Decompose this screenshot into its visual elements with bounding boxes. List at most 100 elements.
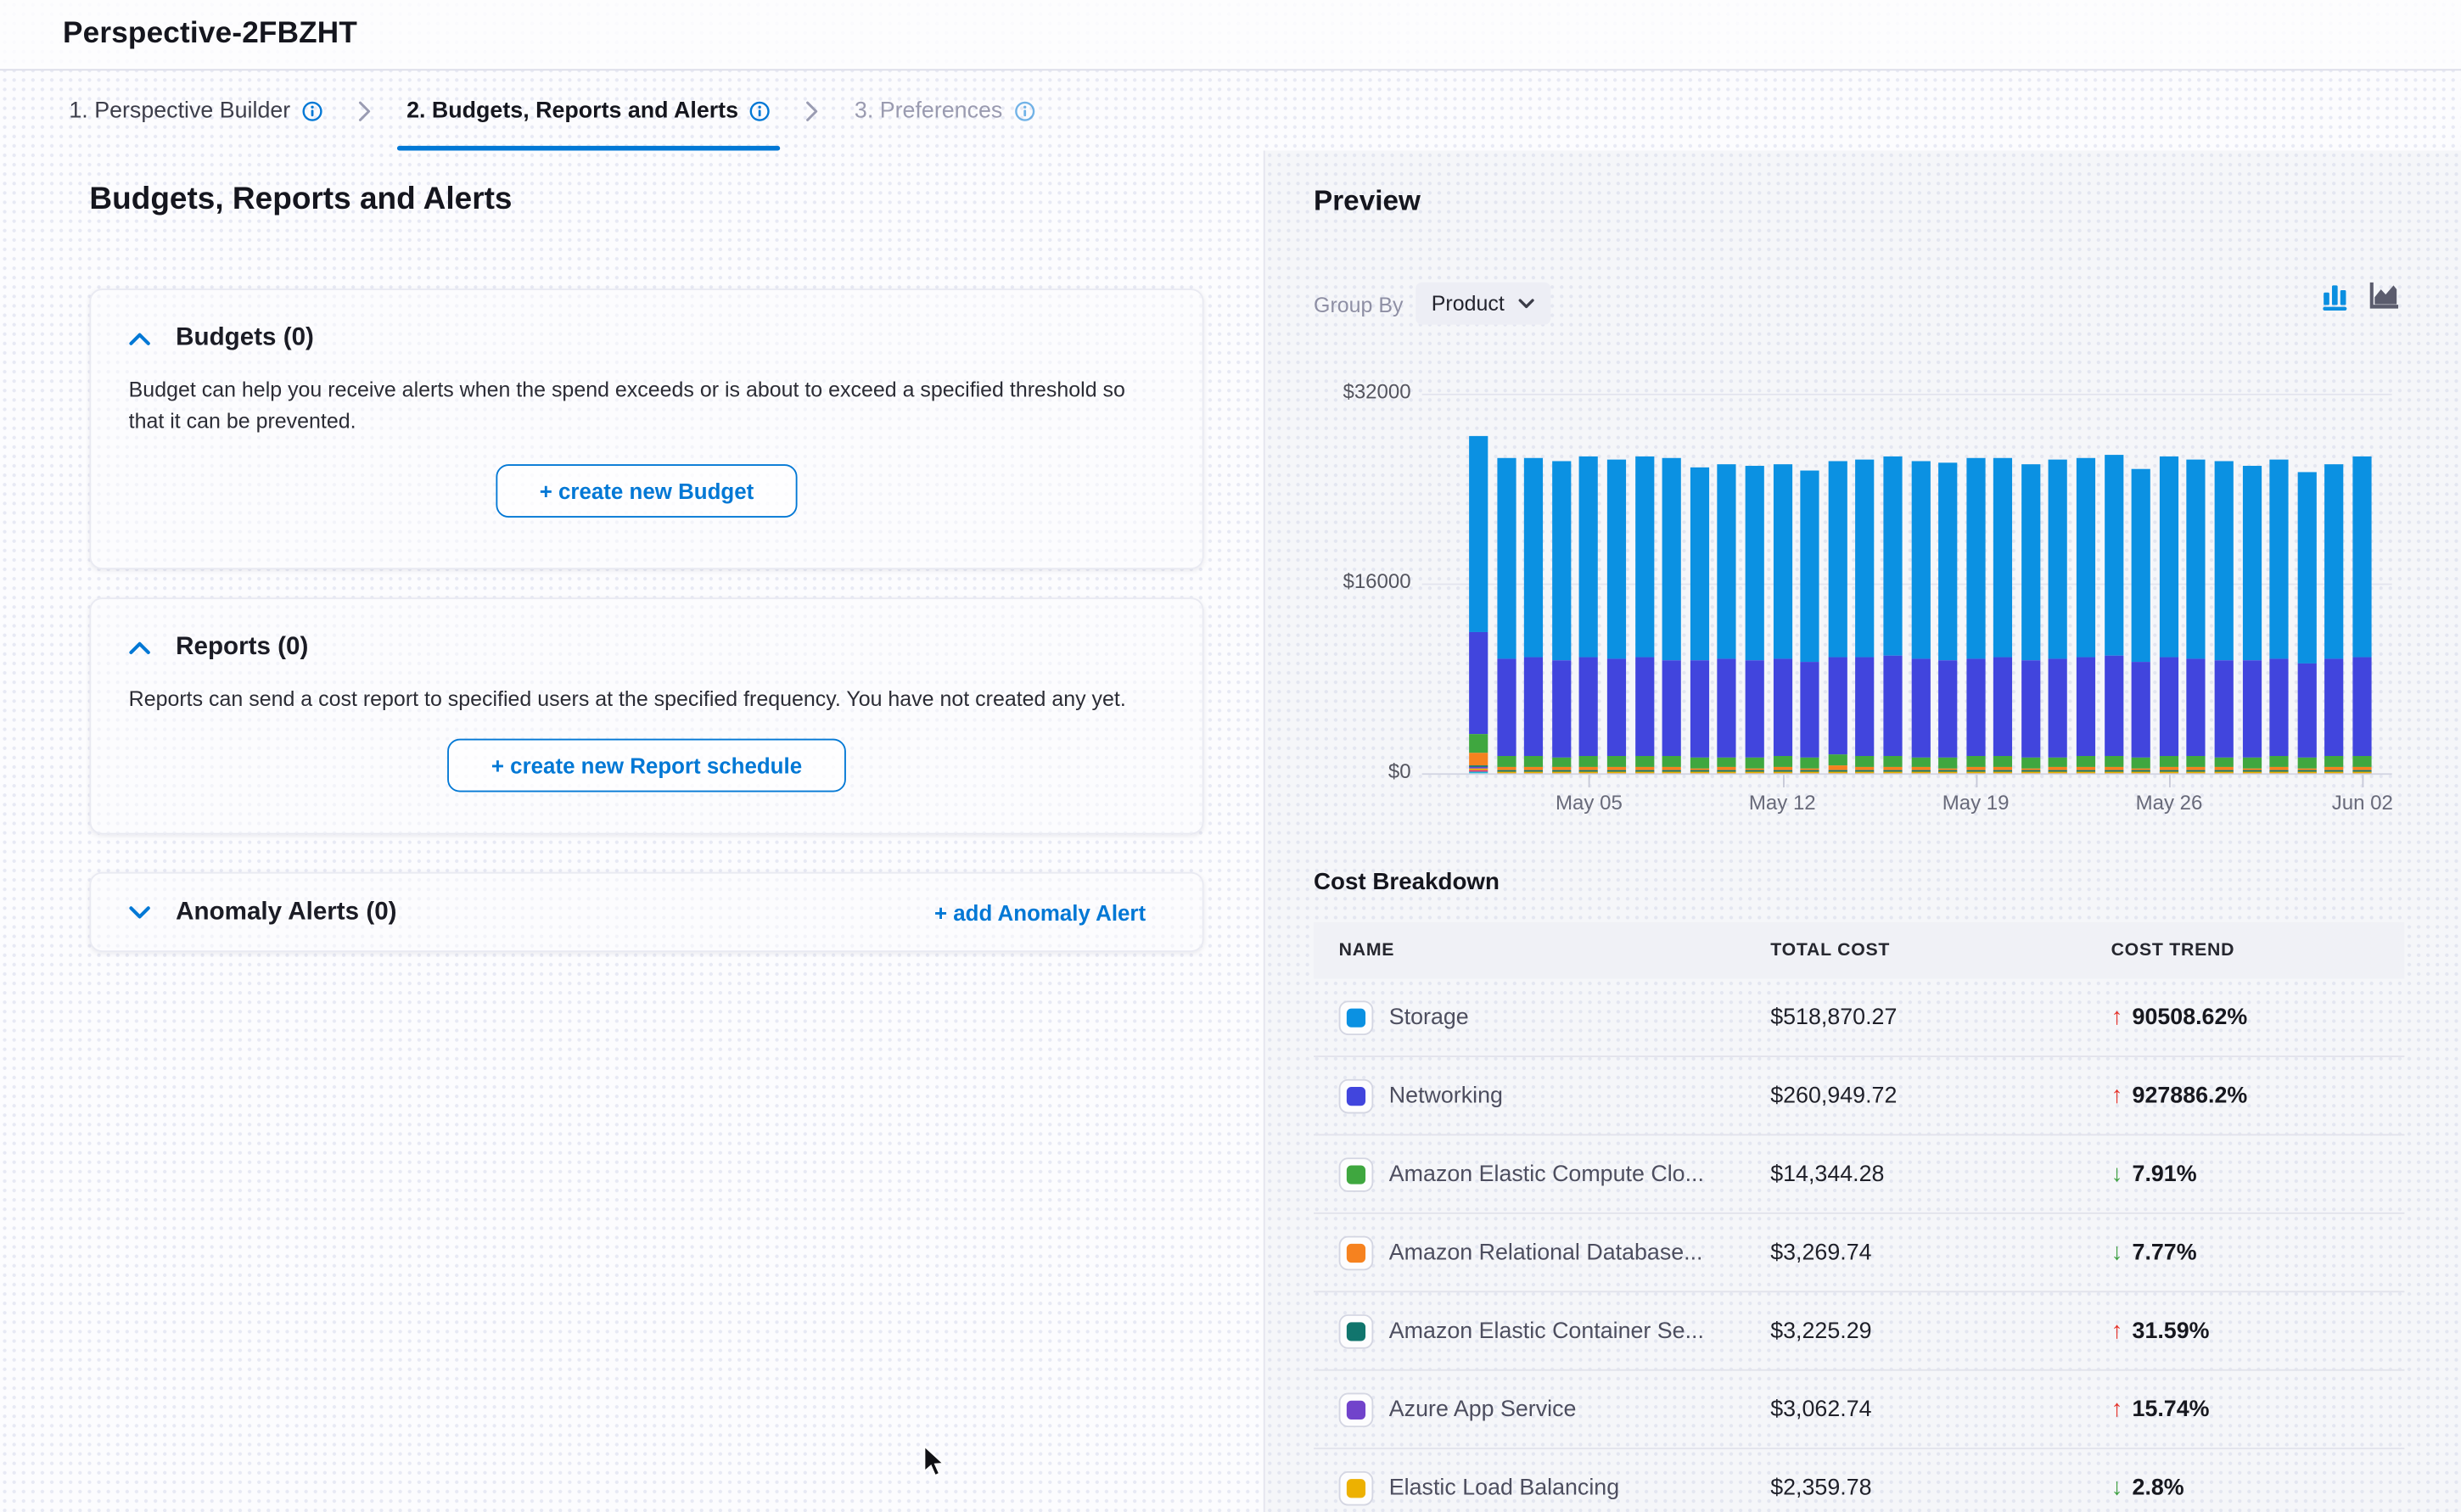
stacked-bar	[1993, 458, 2012, 774]
tab-label: 2. Budgets, Reports and Alerts	[406, 98, 738, 124]
page-title: Perspective-2FBZHT	[63, 17, 357, 52]
bar-segment	[1607, 659, 1626, 757]
tab-perspective-builder[interactable]: 1. Perspective Builder	[69, 98, 323, 124]
info-icon[interactable]	[1013, 100, 1035, 122]
group-by-label: Group By	[1314, 294, 1403, 317]
table-row: Azure App Service$3,062.74↑15.74%	[1314, 1371, 2404, 1449]
bar-segment	[1828, 772, 1847, 774]
service-name: Elastic Load Balancing	[1389, 1476, 1619, 1501]
table-row: Elastic Load Balancing$2,359.78↓2.8%	[1314, 1449, 2404, 1512]
stacked-bar	[2132, 469, 2150, 773]
bar-segment	[1524, 457, 1543, 658]
stacked-bar	[2049, 460, 2067, 773]
table-header: NAME TOTAL COST COST TREND	[1314, 922, 2404, 979]
chevron-up-icon[interactable]	[129, 332, 151, 346]
budgets-card-title: Budgets (0)	[176, 325, 314, 353]
bar-segment	[1801, 471, 1819, 663]
total-cost-value: $3,269.74	[1770, 1240, 2111, 1265]
arrow-down-icon: ↓	[2111, 1475, 2123, 1501]
stacked-bar	[2352, 456, 2371, 773]
chevron-up-icon[interactable]	[129, 641, 151, 655]
column-total-cost: TOTAL COST	[1770, 941, 2111, 960]
bar-segment	[1746, 661, 1764, 758]
bar-segment	[1938, 661, 1957, 758]
stacked-bar	[1856, 459, 1875, 773]
total-cost-value: $518,870.27	[1770, 1005, 2111, 1030]
tab-preferences[interactable]: 3. Preferences	[855, 98, 1035, 124]
series-color-swatch	[1339, 1313, 1374, 1348]
bar-segment	[1828, 462, 1847, 657]
info-icon[interactable]	[301, 100, 323, 122]
total-cost-value: $3,225.29	[1770, 1319, 2111, 1344]
bar-segment	[2160, 756, 2178, 767]
bar-segment	[1579, 657, 1598, 755]
bar-segment	[2160, 772, 2178, 774]
service-name: Amazon Elastic Compute Clo...	[1389, 1162, 1704, 1187]
budgets-card: Budgets (0) Budget can help you receive …	[89, 288, 1203, 569]
total-cost-value: $14,344.28	[1770, 1162, 2111, 1187]
bar-segment	[2187, 459, 2206, 659]
table-row: Networking$260,949.72↑927886.2%	[1314, 1057, 2404, 1135]
bar-segment	[2077, 756, 2095, 767]
create-budget-button[interactable]: + create new Budget	[496, 464, 798, 518]
bar-segment	[1718, 659, 1736, 757]
trend-percent: 7.91%	[2133, 1162, 2197, 1187]
bar-segment	[1911, 659, 1930, 757]
bar-segment	[1856, 459, 1875, 658]
bar-segment	[1497, 658, 1516, 756]
bar-segment	[1718, 465, 1736, 659]
chevron-right-icon	[806, 100, 821, 122]
reports-description: Reports can send a cost report to specif…	[129, 684, 1165, 715]
section-heading: Budgets, Reports and Alerts	[89, 182, 512, 218]
bar-segment	[1469, 435, 1488, 632]
bar-segment	[1993, 458, 2012, 658]
bar-segment	[2077, 658, 2095, 756]
bar-segment	[2021, 772, 2040, 774]
bar-segment	[1773, 757, 1791, 768]
create-report-button[interactable]: + create new Report schedule	[447, 739, 846, 792]
app-window: Perspective-2FBZHT 1. Perspective Builde…	[0, 0, 2461, 1512]
arrow-up-icon: ↑	[2111, 1396, 2123, 1422]
stacked-bar	[2160, 457, 2178, 774]
cost-trend-value: ↓ 2.8%	[2111, 1475, 2405, 1501]
bar-segment	[1607, 460, 1626, 659]
bar-segment	[1579, 772, 1598, 774]
service-name: Storage	[1389, 1005, 1469, 1030]
bar-chart-icon[interactable]	[2323, 283, 2351, 311]
bar-segment	[2325, 464, 2344, 659]
stacked-bar	[2187, 459, 2206, 773]
bar-segment	[1801, 758, 1819, 768]
cost-trend-value: ↑31.59%	[2111, 1318, 2405, 1344]
bar-segment	[2242, 661, 2261, 758]
bar-segment	[1634, 756, 1653, 767]
bar-segment	[1469, 753, 1488, 764]
bar-segment	[1883, 756, 1902, 767]
bar-segment	[1524, 658, 1543, 756]
stacked-bar	[2242, 467, 2261, 774]
add-anomaly-alert-link[interactable]: + add Anomaly Alert	[934, 899, 1146, 925]
group-by-select[interactable]: Product	[1415, 283, 1550, 325]
x-axis-label: Jun 02	[2332, 791, 2393, 815]
column-cost-trend: COST TREND	[2111, 941, 2405, 960]
bar-segment	[2021, 758, 2040, 768]
bar-segment	[1524, 756, 1543, 767]
bar-segment	[1746, 467, 1764, 661]
x-axis-label: May 12	[1749, 791, 1816, 815]
info-icon[interactable]	[749, 100, 771, 122]
bar-segment	[2049, 757, 2067, 768]
cost-trend-value: ↓7.91%	[2111, 1161, 2405, 1187]
tab-budgets-reports-alerts[interactable]: 2. Budgets, Reports and Alerts	[406, 98, 771, 124]
area-chart-icon[interactable]	[2370, 283, 2400, 311]
arrow-down-icon: ↓	[2111, 1239, 2123, 1265]
trend-percent: 2.8%	[2133, 1476, 2184, 1501]
bar-segment	[1634, 772, 1653, 774]
bar-segment	[2049, 658, 2067, 756]
chevron-down-icon[interactable]	[129, 905, 151, 920]
bar-segment	[2297, 472, 2316, 663]
bar-segment	[2297, 663, 2316, 758]
bar-segment	[1579, 456, 1598, 657]
bar-segment	[2242, 772, 2261, 774]
chart-type-toggle	[2323, 283, 2400, 311]
arrow-up-icon: ↑	[2111, 1004, 2123, 1030]
trend-percent: 7.77%	[2133, 1240, 2197, 1265]
